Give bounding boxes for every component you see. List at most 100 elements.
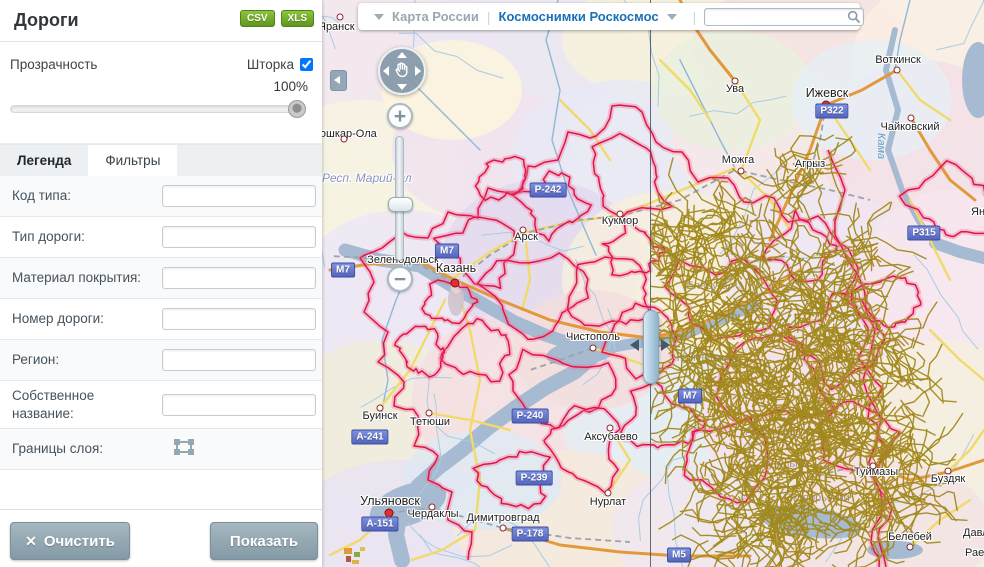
- map-city-label: Чердаклы: [407, 508, 458, 520]
- filter-input[interactable]: [162, 185, 316, 207]
- tab-legend[interactable]: Легенда: [0, 145, 88, 176]
- panel-title: Дороги: [14, 10, 234, 31]
- city-dot: [341, 136, 348, 143]
- city-dot: [907, 544, 914, 551]
- road-badge: М7: [678, 389, 702, 404]
- map-city-label: Кама: [875, 133, 887, 159]
- pan-left-icon[interactable]: [383, 66, 389, 76]
- city-dot: [385, 509, 394, 518]
- panel-header: Дороги CSV XLS: [0, 0, 322, 42]
- map-city-label: Октябрьский: [784, 492, 849, 504]
- map-city-label: Альметьевск: [745, 426, 811, 438]
- transparency-slider-handle[interactable]: [288, 100, 306, 118]
- base-layer-caret-icon[interactable]: [374, 14, 384, 20]
- map-city-label: Чайковский: [881, 121, 940, 133]
- city-dot: [590, 345, 597, 352]
- transparency-slider[interactable]: [10, 105, 298, 113]
- map-city-label: Яранск: [322, 21, 355, 33]
- city-dot: [337, 14, 344, 21]
- road-badge: Р-240: [512, 409, 549, 424]
- road-badge: А-241: [351, 430, 388, 445]
- clear-button[interactable]: ✕Очистить: [10, 522, 130, 560]
- curtain-divider: [650, 0, 651, 567]
- clear-icon: ✕: [25, 533, 37, 549]
- road-badge: Р-242: [530, 183, 567, 198]
- map-search-input[interactable]: [704, 8, 864, 26]
- road-badge: Р322: [815, 104, 848, 119]
- city-dot: [607, 425, 614, 432]
- zoom-in-button[interactable]: +: [387, 103, 413, 129]
- city-dot: [426, 410, 433, 417]
- road-badge: Р-239: [516, 471, 553, 486]
- road-badge: А-151: [361, 517, 398, 532]
- tab-strip: ЛегендаФильтры: [0, 144, 322, 176]
- map-city-label: Димитровград: [466, 512, 539, 524]
- map-city-label: Арск: [514, 231, 538, 243]
- map-city-label: Аксубаево: [584, 431, 638, 443]
- map-city-label: Ульяновск: [360, 494, 420, 508]
- filter-input[interactable]: [162, 226, 316, 248]
- curtain-arrow-right-icon[interactable]: [661, 339, 670, 351]
- map-canvas[interactable]: ЕлабугаНижнекамскАльметьевскБугульмаОктя…: [322, 0, 984, 567]
- curtain-handle[interactable]: [643, 310, 659, 384]
- pan-down-icon[interactable]: [397, 84, 407, 90]
- curtain-toggle[interactable]: Шторка: [247, 55, 316, 74]
- map-toolbar: Карта России | Космоснимки Роскосмос |: [358, 3, 860, 30]
- city-dot: [945, 468, 952, 475]
- map-city-label: Буинск: [362, 410, 397, 422]
- road-badge: Р315: [907, 226, 940, 241]
- export-csv-button[interactable]: CSV: [240, 10, 275, 27]
- show-button[interactable]: Показать: [210, 522, 318, 560]
- draw-polygon-icon[interactable]: [174, 439, 194, 455]
- map-city-label: Тетюши: [410, 416, 450, 428]
- curtain-checkbox[interactable]: [300, 58, 313, 71]
- filter-label: Собственное название:: [12, 381, 162, 428]
- filter-label: Тип дороги:: [12, 222, 162, 252]
- filter-row: Границы слоя:: [0, 429, 322, 470]
- city-dot: [605, 490, 612, 497]
- filter-input[interactable]: [162, 267, 316, 289]
- city-dot: [822, 101, 831, 110]
- filter-label: Границы слоя:: [12, 434, 162, 464]
- map-city-label: Казань: [436, 261, 476, 275]
- map-city-label: Бугульма: [761, 458, 809, 470]
- map-search: [704, 8, 864, 26]
- filter-input[interactable]: [162, 349, 316, 371]
- pan-right-icon[interactable]: [415, 66, 421, 76]
- layer-switch-active[interactable]: Космоснимки Роскосмос: [499, 9, 659, 24]
- curtain-label: Шторка: [247, 57, 294, 72]
- pan-up-icon[interactable]: [397, 52, 407, 58]
- map-city-label: Давлеканово: [963, 527, 984, 539]
- tab-filters[interactable]: Фильтры: [88, 145, 177, 176]
- filter-row: Код типа:: [0, 176, 322, 217]
- hand-icon[interactable]: [392, 60, 412, 80]
- transparency-section: Прозрачность Шторка 100%: [0, 42, 322, 144]
- app: Дороги CSV XLS Прозрачность Шторка 100% …: [0, 0, 984, 567]
- map-city-label: Агрыз: [795, 158, 825, 170]
- city-dot: [500, 525, 507, 532]
- map-city-label: Нурлат: [590, 496, 626, 508]
- active-layer-caret-icon[interactable]: [667, 14, 677, 20]
- map-city-label: Буздяк: [931, 473, 965, 485]
- panel-collapse-button[interactable]: [330, 70, 347, 91]
- city-dot: [908, 115, 915, 122]
- filter-label: Номер дороги:: [12, 304, 162, 334]
- curtain-arrow-left-icon[interactable]: [630, 339, 639, 351]
- toolbar-separator: |: [693, 9, 697, 25]
- city-dot: [732, 78, 739, 85]
- pan-control[interactable]: [378, 47, 426, 95]
- layer-panel: Дороги CSV XLS Прозрачность Шторка 100% …: [0, 0, 322, 567]
- zoom-out-button[interactable]: −: [387, 266, 413, 292]
- transparency-value: 100%: [273, 79, 308, 94]
- map-city-label: Кукмор: [602, 215, 639, 227]
- filter-row: Тип дороги:: [0, 217, 322, 258]
- city-dot: [451, 279, 460, 288]
- filter-input[interactable]: [162, 394, 316, 416]
- filter-input[interactable]: [162, 308, 316, 330]
- filter-row: Регион:: [0, 340, 322, 381]
- zoom-slider-handle[interactable]: [388, 197, 413, 212]
- map-city-label: Елабуга: [686, 280, 727, 292]
- export-xls-button[interactable]: XLS: [281, 10, 314, 27]
- layer-switch-base[interactable]: Карта России: [392, 9, 479, 24]
- map-city-label: Йошкар-Ола: [322, 128, 377, 140]
